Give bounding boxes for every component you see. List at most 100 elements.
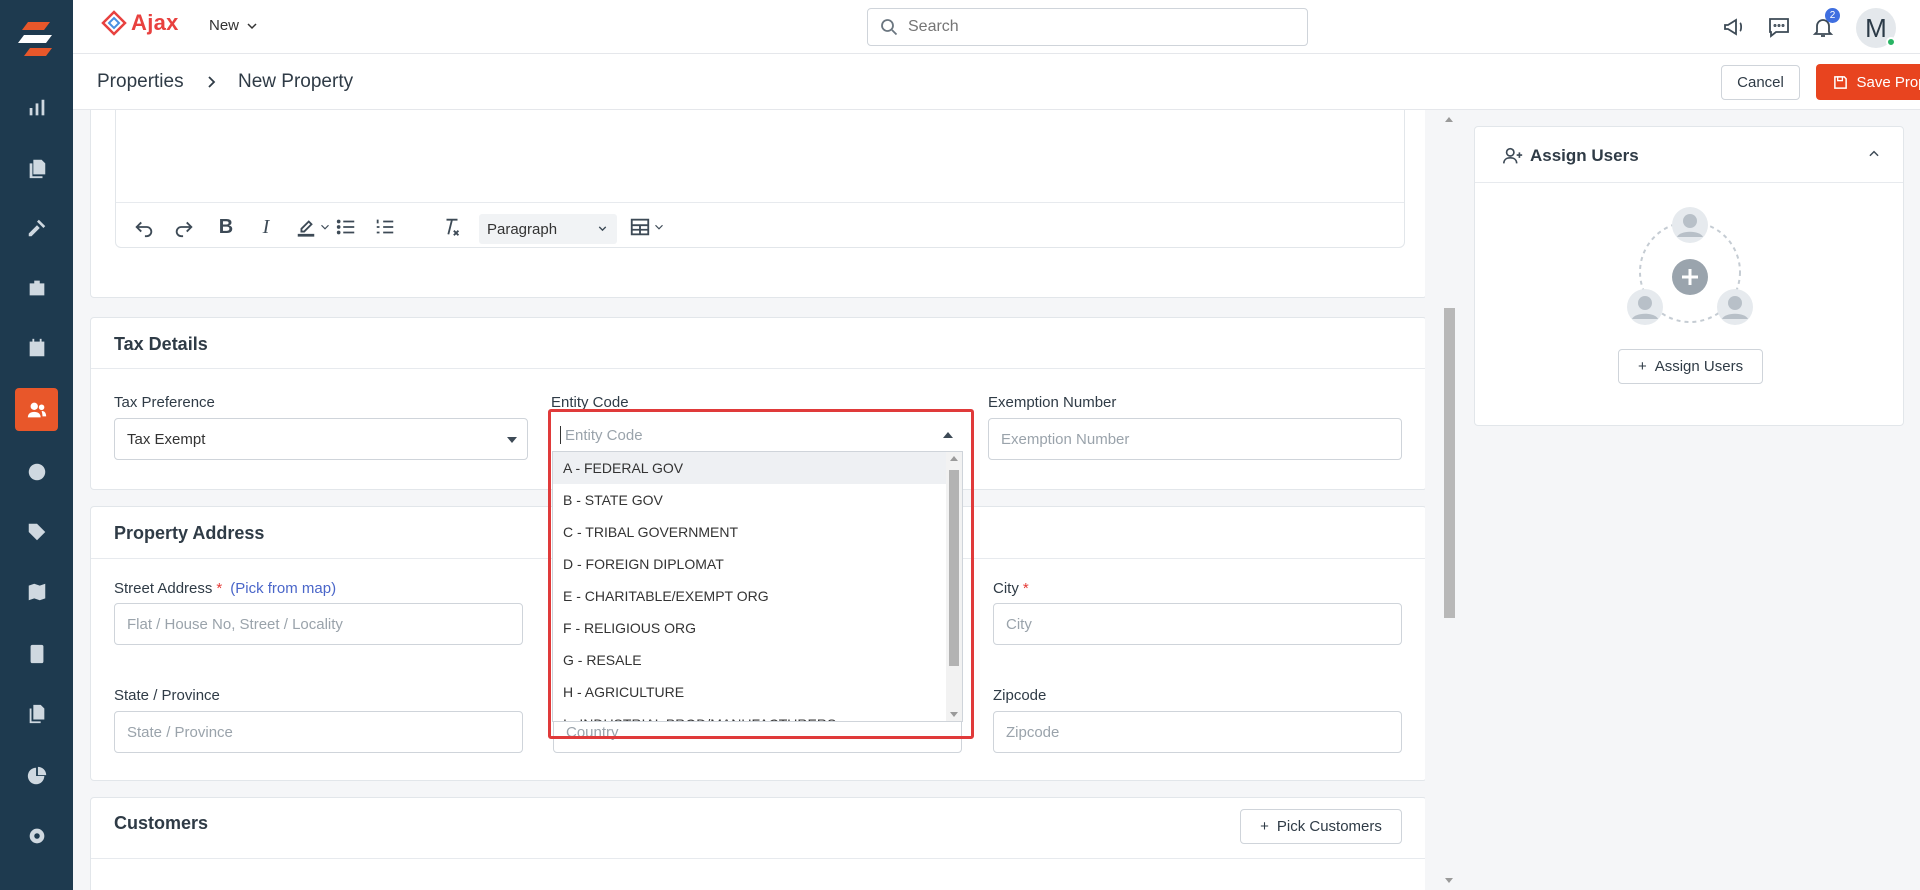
breadcrumb-chevron-icon bbox=[208, 76, 216, 88]
bulleted-list-icon[interactable] bbox=[335, 216, 357, 238]
insert-table-icon[interactable] bbox=[629, 216, 651, 238]
rich-text-editor[interactable]: B I Paragraph bbox=[115, 110, 1405, 248]
nav-pie-chart-icon[interactable] bbox=[15, 754, 58, 797]
street-address-field[interactable]: Flat / House No, Street / Locality bbox=[114, 603, 523, 645]
zipcode-field[interactable]: Zipcode bbox=[993, 711, 1402, 753]
notification-count-badge: 2 bbox=[1825, 8, 1840, 23]
city-field[interactable]: City bbox=[993, 603, 1402, 645]
customers-card: Customers + Pick Customers bbox=[90, 797, 1425, 890]
tax-details-title: Tax Details bbox=[114, 334, 208, 354]
add-user-icon bbox=[1503, 147, 1523, 164]
entity-option[interactable]: D - FOREIGN DIPLOMAT bbox=[553, 548, 947, 580]
customers-title: Customers bbox=[114, 813, 209, 833]
table-chevron-down-icon[interactable] bbox=[652, 216, 666, 238]
numbered-list-icon[interactable] bbox=[374, 216, 396, 238]
save-property-label: Save Property bbox=[1856, 73, 1920, 91]
highlight-icon[interactable] bbox=[295, 216, 317, 238]
undo-icon[interactable] bbox=[133, 216, 155, 238]
assign-users-panel: Assign Users + Assign Users bbox=[1474, 126, 1904, 426]
new-menu-button[interactable]: New bbox=[209, 17, 257, 34]
plus-icon: + bbox=[1637, 358, 1647, 375]
notifications-bell-icon[interactable]: 2 bbox=[1811, 8, 1840, 39]
tax-preference-select[interactable]: Tax Exempt bbox=[114, 418, 528, 460]
bold-icon[interactable]: B bbox=[215, 216, 237, 238]
caret-up-icon[interactable] bbox=[943, 431, 953, 439]
nav-documents-icon[interactable] bbox=[15, 146, 58, 189]
sidebar bbox=[0, 0, 73, 890]
save-icon bbox=[1834, 75, 1848, 89]
italic-icon[interactable]: I bbox=[255, 216, 277, 238]
entity-option[interactable]: C - TRIBAL GOVERNMENT bbox=[553, 516, 947, 548]
entity-option[interactable]: H - AGRICULTURE bbox=[553, 676, 947, 708]
exemption-number-label: Exemption Number bbox=[988, 394, 1117, 411]
assign-users-button-label: Assign Users bbox=[1654, 358, 1744, 375]
tax-preference-value: Tax Exempt bbox=[127, 430, 206, 448]
highlight-chevron-down-icon[interactable] bbox=[318, 216, 332, 238]
entity-code-label: Entity Code bbox=[551, 394, 629, 411]
search-input[interactable] bbox=[908, 18, 1288, 36]
exemption-number-field[interactable]: Exemption Number bbox=[988, 418, 1402, 460]
zipcode-label: Zipcode bbox=[993, 687, 1047, 704]
nav-map-icon[interactable] bbox=[15, 570, 58, 613]
brand-diamond-icon bbox=[101, 10, 127, 36]
state-province-field[interactable]: State / Province bbox=[114, 711, 523, 753]
pick-from-map-link[interactable]: (Pick from map) bbox=[230, 580, 336, 597]
nav-settings-icon[interactable] bbox=[15, 814, 58, 857]
scroll-up-arrow-icon[interactable] bbox=[950, 455, 958, 461]
search-box[interactable] bbox=[867, 8, 1308, 46]
brand-logo[interactable]: Ajax bbox=[101, 10, 179, 36]
country-placeholder: Country bbox=[566, 723, 619, 741]
user-avatar[interactable]: M bbox=[1856, 8, 1896, 48]
street-address-label: Street Address * (Pick from map) bbox=[114, 580, 336, 597]
nav-calendar-icon[interactable] bbox=[15, 326, 58, 369]
card-divider bbox=[91, 368, 1425, 369]
clear-formatting-icon[interactable] bbox=[441, 216, 463, 238]
breadcrumb-properties-link[interactable]: Properties bbox=[97, 71, 184, 93]
nav-users-icon[interactable] bbox=[15, 388, 58, 431]
nav-calculator-icon[interactable] bbox=[15, 632, 58, 675]
entity-option[interactable]: A - FEDERAL GOV bbox=[553, 452, 947, 484]
nav-clock-icon[interactable] bbox=[15, 450, 58, 493]
entity-option[interactable]: I - INDUSTRIAL PROD/MANUFACTURERS bbox=[553, 708, 947, 721]
new-menu-label: New bbox=[209, 17, 240, 34]
cancel-button[interactable]: Cancel bbox=[1721, 65, 1800, 100]
scroll-down-arrow-icon[interactable] bbox=[950, 712, 958, 718]
city-label-text: City bbox=[993, 580, 1019, 597]
entity-code-input[interactable]: Entity Code bbox=[552, 420, 963, 450]
chevron-down-icon bbox=[598, 226, 607, 232]
save-property-button[interactable]: Save Property bbox=[1816, 64, 1920, 100]
page-scrollbar[interactable] bbox=[1440, 110, 1458, 890]
page-scroll-down-icon[interactable] bbox=[1445, 878, 1453, 884]
search-icon bbox=[881, 19, 898, 36]
page-scroll-up-icon[interactable] bbox=[1445, 116, 1453, 122]
nav-files-icon[interactable] bbox=[15, 692, 58, 735]
nav-tools-icon[interactable] bbox=[15, 206, 58, 249]
dropdown-scroll-thumb[interactable] bbox=[949, 470, 959, 666]
chat-icon[interactable] bbox=[1767, 15, 1791, 39]
entity-option[interactable]: G - RESALE bbox=[553, 644, 947, 676]
nav-tag-icon[interactable] bbox=[15, 510, 58, 553]
entity-option[interactable]: F - RELIGIOUS ORG bbox=[553, 612, 947, 644]
entity-option[interactable]: E - CHARITABLE/EXEMPT ORG bbox=[553, 580, 947, 612]
nav-reports-icon[interactable] bbox=[15, 86, 58, 129]
dropdown-scrollbar[interactable] bbox=[946, 452, 962, 721]
brand-name: Ajax bbox=[131, 10, 179, 35]
assign-users-button[interactable]: + Assign Users bbox=[1618, 349, 1763, 384]
announcement-icon[interactable] bbox=[1722, 15, 1746, 39]
redo-icon[interactable] bbox=[173, 216, 195, 238]
assign-users-illustration-icon bbox=[1627, 207, 1753, 325]
nav-briefcase-icon[interactable] bbox=[15, 266, 58, 309]
assign-users-title: Assign Users bbox=[1530, 146, 1639, 165]
online-status-dot bbox=[1886, 37, 1896, 47]
collapse-chevron-up-icon[interactable] bbox=[1867, 147, 1881, 161]
app-logo-icon[interactable] bbox=[16, 18, 58, 60]
block-format-value: Paragraph bbox=[487, 220, 558, 238]
city-label: City * bbox=[993, 580, 1029, 597]
block-format-select[interactable]: Paragraph bbox=[479, 214, 617, 244]
state-province-placeholder: State / Province bbox=[127, 723, 233, 741]
pick-customers-button[interactable]: + Pick Customers bbox=[1240, 809, 1402, 844]
entity-option[interactable]: B - STATE GOV bbox=[553, 484, 947, 516]
entity-code-dropdown-list: A - FEDERAL GOV B - STATE GOV C - TRIBAL… bbox=[552, 451, 963, 722]
page-scroll-thumb[interactable] bbox=[1444, 308, 1455, 618]
required-marker: * bbox=[1022, 580, 1029, 597]
